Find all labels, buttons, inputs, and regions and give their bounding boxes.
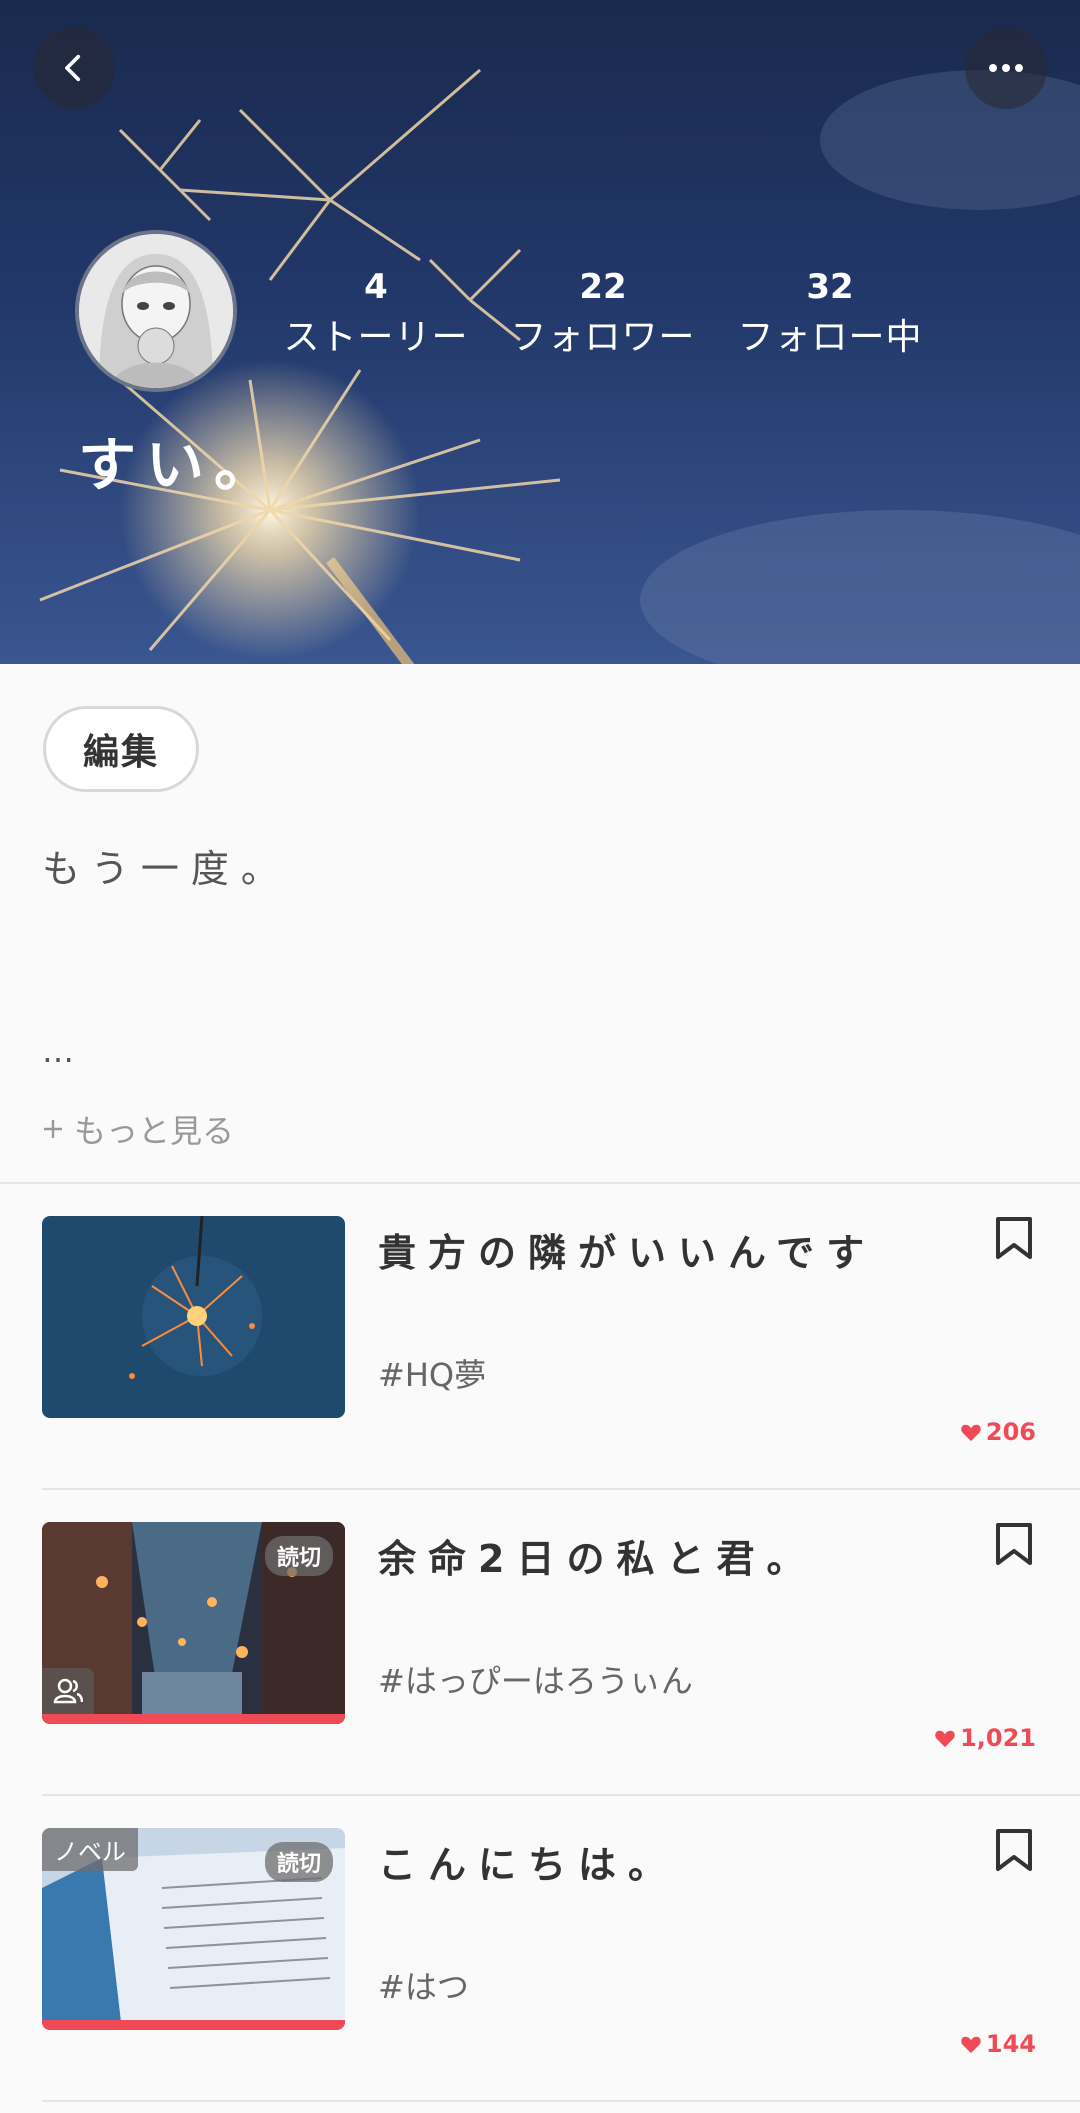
show-more-label: もっと見る — [74, 1112, 235, 1150]
like-count-value: 144 — [985, 2030, 1036, 2058]
progress-bar — [42, 1714, 345, 1724]
story-thumbnail[interactable]: ノベル 読切 — [42, 1828, 345, 2030]
story-tag[interactable]: #HQ夢 — [378, 1350, 486, 1396]
progress-bar — [42, 2020, 345, 2030]
like-count-value: 206 — [985, 1418, 1036, 1446]
ellipsis-icon — [989, 64, 1023, 72]
stat-label: フォロー中 — [737, 317, 923, 358]
bookmark-icon[interactable] — [994, 1216, 1034, 1260]
stat-stories[interactable]: 4 ストーリー — [266, 262, 486, 364]
story-item[interactable]: 貴方の隣がいいんです #HQ夢 206 — [0, 1184, 1080, 1490]
username: すい。 — [78, 431, 283, 499]
stat-value: 22 — [579, 267, 627, 307]
edit-profile-button[interactable]: 編集 — [43, 706, 199, 792]
story-thumbnail[interactable]: 読切 — [42, 1522, 345, 1724]
like-count: 1,021 — [934, 1724, 1036, 1752]
story-tag[interactable]: #はつ — [378, 1962, 469, 2008]
stat-label: ストーリー — [283, 317, 469, 358]
novel-label: ノベル — [42, 1828, 138, 1871]
show-more-link[interactable]: もっと見る — [42, 1106, 234, 1152]
stat-value: 4 — [364, 267, 388, 307]
profile-bio: もう一度。 — [42, 847, 291, 891]
like-count-value: 1,021 — [960, 1724, 1036, 1752]
profile-cover: 4 ストーリー 22 フォロワー 32 フォロー中 すい。 — [0, 0, 1080, 664]
plus-icon — [44, 1120, 62, 1138]
stat-label: フォロワー — [510, 317, 696, 358]
story-title[interactable]: 余命2日の私と君。 — [378, 1528, 816, 1583]
collab-indicator — [42, 1668, 94, 1714]
story-thumbnail[interactable] — [42, 1216, 345, 1418]
story-item[interactable]: 読切 余命2日の私と君。 #はっぴーはろうぃん 1,021 — [0, 1490, 1080, 1796]
bio-ellipsis: … — [42, 1032, 74, 1070]
like-count: 144 — [960, 2030, 1036, 2058]
heart-icon — [961, 2036, 981, 2054]
heart-icon — [961, 1424, 981, 1442]
story-tag[interactable]: #はっぴーはろうぃん — [378, 1656, 693, 1702]
chevron-left-icon — [65, 54, 81, 82]
thumbnail-image — [42, 1216, 345, 1418]
bookmark-icon[interactable] — [994, 1828, 1034, 1872]
stat-following[interactable]: 32 フォロー中 — [720, 262, 940, 364]
oneshot-badge: 読切 — [264, 1536, 333, 1576]
avatar-illustration — [79, 234, 233, 388]
users-icon — [53, 1678, 83, 1704]
story-item[interactable]: ノベル 読切 こんにちは。 #はつ 144 — [0, 1796, 1080, 2102]
bookmark-icon[interactable] — [994, 1522, 1034, 1566]
avatar[interactable] — [75, 230, 237, 392]
heart-icon — [935, 1730, 955, 1748]
story-title[interactable]: こんにちは。 — [378, 1834, 678, 1889]
back-button[interactable] — [33, 27, 115, 109]
oneshot-badge: 読切 — [264, 1842, 333, 1882]
like-count: 206 — [960, 1418, 1036, 1446]
story-title[interactable]: 貴方の隣がいいんです — [378, 1222, 876, 1277]
stat-followers[interactable]: 22 フォロワー — [493, 262, 713, 364]
more-options-button[interactable] — [965, 27, 1047, 109]
stat-value: 32 — [806, 267, 854, 307]
divider — [42, 2100, 1080, 2102]
